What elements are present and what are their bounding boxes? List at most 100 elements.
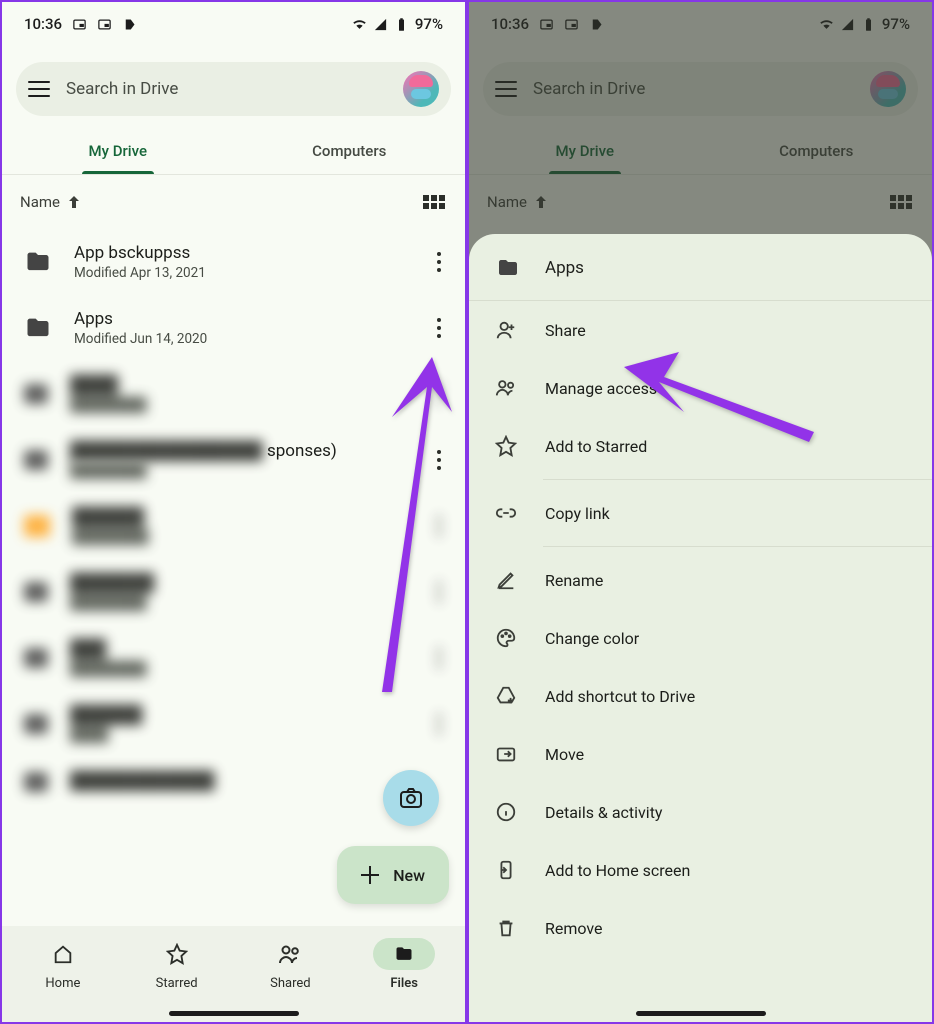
action-copy-link[interactable]: Copy link xyxy=(469,484,932,542)
signal-icon xyxy=(840,17,855,32)
move-icon xyxy=(495,743,517,765)
tab-my-drive[interactable]: My Drive xyxy=(2,130,234,174)
sheet-header: Apps xyxy=(469,234,932,301)
link-icon xyxy=(495,502,517,524)
new-label: New xyxy=(393,866,425,885)
star-icon xyxy=(166,943,188,965)
tab-computers[interactable]: Computers xyxy=(234,130,466,174)
file-name: App bsckuppss xyxy=(74,243,401,263)
nav-home[interactable]: Home xyxy=(6,938,120,1000)
actions-sheet: Apps Share Manage access Add to Starred … xyxy=(469,234,932,1022)
action-label: Remove xyxy=(545,919,603,938)
menu-icon[interactable] xyxy=(495,81,517,97)
palette-icon xyxy=(495,627,517,649)
file-modified: Modified Apr 13, 2021 xyxy=(74,265,401,281)
gesture-bar xyxy=(169,1011,299,1016)
gesture-bar xyxy=(636,1011,766,1016)
avatar[interactable] xyxy=(870,71,906,107)
search-placeholder: Search in Drive xyxy=(533,79,854,99)
search-bar[interactable]: Search in Drive xyxy=(483,62,918,116)
battery-icon xyxy=(394,17,409,32)
action-label: Details & activity xyxy=(545,803,663,822)
more-icon[interactable] xyxy=(423,318,451,338)
action-add-home-screen[interactable]: Add to Home screen xyxy=(469,841,932,899)
action-label: Share xyxy=(545,321,586,340)
file-modified: Modified Jun 14, 2020 xyxy=(74,331,401,347)
avatar[interactable] xyxy=(403,71,439,107)
search-placeholder: Search in Drive xyxy=(66,79,387,99)
menu-icon[interactable] xyxy=(28,81,50,97)
more-icon[interactable] xyxy=(423,252,451,272)
tag-icon xyxy=(122,17,137,32)
action-add-shortcut[interactable]: Add shortcut to Drive xyxy=(469,667,932,725)
action-label: Change color xyxy=(545,629,639,648)
grid-view-icon[interactable] xyxy=(423,195,445,209)
action-remove[interactable]: Remove xyxy=(469,899,932,957)
status-time: 10:36 xyxy=(491,15,529,33)
nav-files[interactable]: Files xyxy=(347,938,461,1000)
new-fab[interactable]: New xyxy=(337,846,449,904)
drive-tabs: My Drive Computers xyxy=(469,130,932,175)
home-icon xyxy=(52,943,74,965)
nav-shared-label: Shared xyxy=(270,976,310,991)
sort-label: Name xyxy=(487,193,527,211)
add-to-home-icon xyxy=(495,859,517,881)
battery-pct: 97% xyxy=(415,15,443,33)
people-icon xyxy=(495,377,517,399)
sort-button[interactable]: Name xyxy=(20,193,80,211)
status-bar: 10:36 97% xyxy=(2,2,465,46)
nav-starred[interactable]: Starred xyxy=(120,938,234,1000)
search-bar[interactable]: Search in Drive xyxy=(16,62,451,116)
action-label: Rename xyxy=(545,571,603,590)
file-row-blurred: ██████████████ xyxy=(4,493,457,559)
pip-icon-1 xyxy=(539,17,554,32)
arrow-up-icon xyxy=(535,195,547,209)
nav-shared[interactable]: Shared xyxy=(234,938,348,1000)
nav-starred-label: Starred xyxy=(156,976,198,991)
pip-icon-2 xyxy=(97,17,112,32)
sheet-title: Apps xyxy=(545,258,584,278)
tab-my-drive[interactable]: My Drive xyxy=(469,130,701,174)
folder-icon xyxy=(495,256,521,280)
pip-icon-2 xyxy=(564,17,579,32)
camera-icon xyxy=(399,787,423,809)
action-rename[interactable]: Rename xyxy=(469,551,932,609)
file-row-blurred: ████████████████ sponses)████████ xyxy=(4,427,457,493)
battery-icon xyxy=(861,17,876,32)
folder-icon xyxy=(24,248,52,276)
action-label: Add to Home screen xyxy=(545,861,690,880)
plus-icon xyxy=(361,866,379,884)
action-label: Move xyxy=(545,745,584,764)
file-row[interactable]: Apps Modified Jun 14, 2020 xyxy=(4,295,457,361)
pencil-icon xyxy=(495,569,517,591)
tab-computers[interactable]: Computers xyxy=(701,130,933,174)
grid-view-icon[interactable] xyxy=(890,195,912,209)
trash-icon xyxy=(495,917,517,939)
action-change-color[interactable]: Change color xyxy=(469,609,932,667)
file-row-blurred: ██████████ xyxy=(4,691,457,757)
person-add-icon xyxy=(495,319,517,341)
action-move[interactable]: Move xyxy=(469,725,932,783)
wifi-icon xyxy=(352,17,367,32)
wifi-icon xyxy=(819,17,834,32)
left-screenshot: 10:36 97% Search in Drive My Drive Compu… xyxy=(0,0,467,1024)
visible-fragment: sponses) xyxy=(267,441,337,461)
camera-fab[interactable] xyxy=(383,770,439,826)
sort-button[interactable]: Name xyxy=(487,193,547,211)
action-manage-access[interactable]: Manage access xyxy=(469,359,932,417)
folder-icon xyxy=(24,314,52,342)
drive-tabs: My Drive Computers xyxy=(2,130,465,175)
action-label: Add shortcut to Drive xyxy=(545,687,695,706)
people-icon xyxy=(278,943,302,965)
action-add-starred[interactable]: Add to Starred xyxy=(469,417,932,475)
bottom-nav: Home Starred Shared Files xyxy=(2,926,465,1022)
nav-home-label: Home xyxy=(45,976,80,991)
file-row-blurred: ████████████ xyxy=(4,361,457,427)
file-list: App bsckuppss Modified Apr 13, 2021 Apps… xyxy=(2,215,465,807)
star-icon xyxy=(495,435,517,457)
file-row[interactable]: App bsckuppss Modified Apr 13, 2021 xyxy=(4,229,457,295)
action-details[interactable]: Details & activity xyxy=(469,783,932,841)
sort-row: Name xyxy=(2,175,465,215)
action-share[interactable]: Share xyxy=(469,301,932,359)
status-bar: 10:36 97% xyxy=(469,2,932,46)
